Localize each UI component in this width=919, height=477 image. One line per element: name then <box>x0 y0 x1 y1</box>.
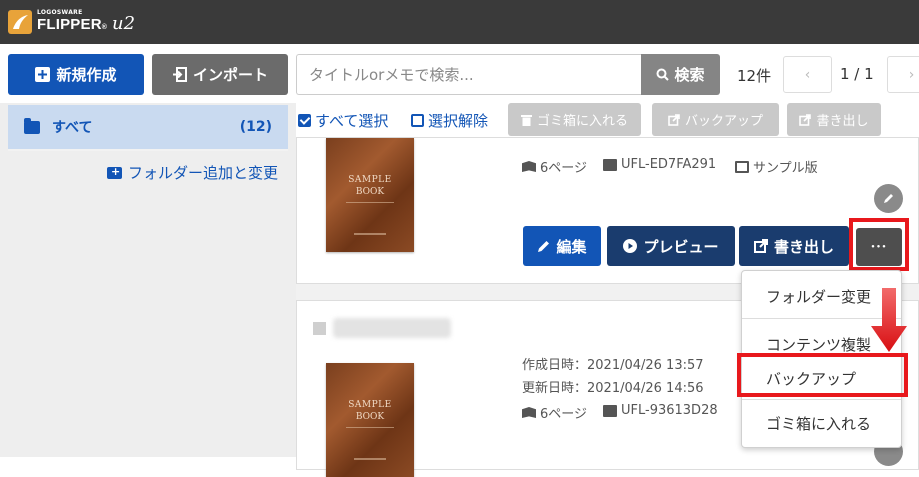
search-button-label: 検索 <box>674 66 705 84</box>
next-page-button[interactable]: › <box>887 56 919 93</box>
import-button[interactable]: インポート <box>152 54 288 95</box>
brand-name: FLIPPER® <box>37 16 108 33</box>
top-bar: LOGOSWARE FLIPPER® u2 <box>0 0 919 44</box>
brand-small: LOGOSWARE <box>37 9 83 16</box>
content-id: UFL-ED7FA291 <box>603 157 716 172</box>
brand-version: u2 <box>112 13 136 34</box>
plus-square-icon <box>35 67 51 82</box>
cover-brand-mark <box>354 233 386 235</box>
folder-icon <box>24 117 40 134</box>
book-cover[interactable]: SAMPLE BOOK <box>326 363 414 477</box>
cover-title-line1: SAMPLE <box>348 175 392 185</box>
page-count-label: 6ページ <box>540 161 588 176</box>
export-button-label: 書き出し <box>773 237 834 256</box>
folder-add-label: フォルダー追加と変更 <box>128 164 279 182</box>
bulk-export-label: 書き出し <box>816 114 869 129</box>
edit-memo-button[interactable] <box>874 184 903 213</box>
content-id-label: UFL-ED7FA291 <box>621 157 717 172</box>
trash-label: ゴミ箱に入れる <box>536 114 628 129</box>
cover-rule <box>346 202 394 203</box>
book-icon <box>522 161 536 172</box>
new-button[interactable]: 新規作成 <box>8 54 144 95</box>
content-id: UFL-93613D28 <box>603 403 718 418</box>
page-count: 6ページ <box>522 157 587 176</box>
pencil-icon <box>538 240 550 252</box>
updated-date: 更新日時：2021/04/26 14:56 <box>522 381 704 396</box>
search-input[interactable]: タイトルorメモで検索... <box>296 54 642 95</box>
id-card-icon <box>603 404 617 417</box>
row-checkbox[interactable] <box>313 322 326 335</box>
id-card-icon <box>603 158 617 171</box>
select-all-label: すべて選択 <box>315 112 389 130</box>
import-button-label: インポート <box>192 66 268 84</box>
checkbox-checked-icon <box>298 114 311 127</box>
content-title-blurred <box>333 318 451 338</box>
search-button[interactable]: 検索 <box>641 54 720 95</box>
sidebar-item-count: (12) <box>239 119 272 135</box>
page-count-label: 6ページ <box>540 407 588 422</box>
book-cover[interactable]: SAMPLE BOOK <box>326 138 414 252</box>
deselect-button[interactable]: 選択解除 <box>411 110 488 131</box>
select-all-button[interactable]: すべて選択 <box>298 110 388 131</box>
search-placeholder: タイトルorメモで検索... <box>309 66 474 84</box>
new-button-label: 新規作成 <box>56 66 117 84</box>
trash-button[interactable]: ゴミ箱に入れる <box>508 103 641 136</box>
cover-title-line1: SAMPLE <box>348 400 392 410</box>
highlight-frame-backup <box>737 353 908 397</box>
export-button[interactable]: 書き出し <box>739 226 849 266</box>
template-name: サンプル版 <box>735 157 818 176</box>
cover-brand-mark <box>354 458 386 460</box>
cover-title-line2: BOOK <box>355 187 385 197</box>
menu-item-trash[interactable]: ゴミ箱に入れる <box>742 400 901 446</box>
page-indicator: 1 / 1 <box>840 65 874 83</box>
preview-button[interactable]: プレビュー <box>607 226 735 266</box>
external-link-icon <box>799 113 812 126</box>
page-count: 6ページ <box>522 403 587 422</box>
template-label: サンプル版 <box>753 161 818 176</box>
external-link-icon <box>668 113 680 126</box>
checkbox-empty-icon <box>411 114 424 127</box>
backup-label: バックアップ <box>684 114 763 129</box>
book-open-icon <box>735 160 749 173</box>
pencil-icon <box>884 194 893 203</box>
cover-rule <box>346 427 394 428</box>
prev-page-button[interactable]: ‹ <box>783 56 832 93</box>
flipper-logo-icon <box>8 10 32 34</box>
red-arrow-down-icon <box>871 288 907 352</box>
import-icon <box>172 67 187 82</box>
created-date: 作成日時：2021/04/26 13:57 <box>522 358 704 373</box>
folder-plus-icon: + <box>107 165 122 179</box>
sidebar-item-all[interactable]: すべて (12) <box>8 105 288 151</box>
search-icon <box>656 68 670 81</box>
folder-add-link[interactable]: + フォルダー追加と変更 <box>107 162 278 183</box>
content-id-label: UFL-93613D28 <box>621 403 718 418</box>
backup-button[interactable]: バックアップ <box>652 103 779 136</box>
book-icon <box>522 407 536 418</box>
preview-button-label: プレビュー <box>643 237 719 256</box>
trash-icon <box>520 114 532 126</box>
edit-button[interactable]: 編集 <box>523 226 601 266</box>
external-link-icon <box>753 239 768 253</box>
result-count: 12件 <box>737 67 772 85</box>
deselect-label: 選択解除 <box>428 112 489 130</box>
sidebar-item-label: すべて <box>52 120 93 136</box>
cover-title-line2: BOOK <box>355 412 385 422</box>
highlight-frame-more <box>849 218 909 271</box>
edit-button-label: 編集 <box>556 237 587 256</box>
play-circle-icon <box>623 239 638 253</box>
bulk-export-button[interactable]: 書き出し <box>787 103 881 136</box>
sidebar <box>0 103 296 457</box>
